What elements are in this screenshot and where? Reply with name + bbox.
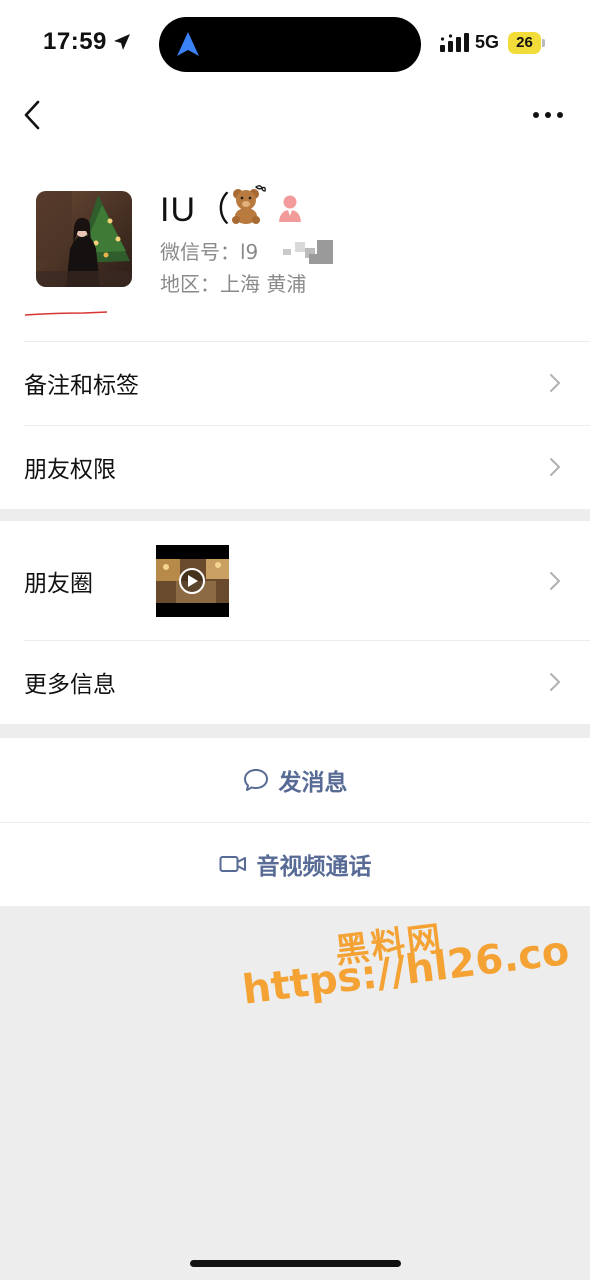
more-options-icon[interactable] xyxy=(528,100,568,130)
chevron-right-icon xyxy=(550,458,560,476)
more-info-row[interactable]: 更多信息 xyxy=(0,640,590,724)
send-message-button[interactable]: 发消息 xyxy=(0,738,590,822)
region: 地区：上海 黄浦 xyxy=(160,272,307,296)
navigation-arrow-icon xyxy=(177,32,199,56)
home-indicator[interactable] xyxy=(190,1260,401,1267)
red-underline-mark xyxy=(24,311,108,316)
more-info-label: 更多信息 xyxy=(24,672,116,698)
video-call-label: 音视频通话 xyxy=(256,854,372,880)
remarks-tags-label: 备注和标签 xyxy=(24,373,139,399)
moments-video-thumbnail[interactable] xyxy=(156,545,229,617)
profile-header: IU（ 微信号：l9 地区：上海 黄浦 xyxy=(0,144,590,341)
female-icon xyxy=(279,195,301,222)
battery-tip xyxy=(542,39,545,47)
moments-label: 朋友圈 xyxy=(24,570,93,597)
network-type: 5G xyxy=(475,32,500,52)
moments-group: 朋友圈 更多信息 xyxy=(0,521,590,724)
back-icon[interactable] xyxy=(18,98,48,132)
chevron-right-icon xyxy=(550,673,560,691)
video-call-button[interactable]: 音视频通话 xyxy=(0,822,590,906)
moments-row[interactable]: 朋友圈 xyxy=(0,521,590,640)
status-time: 17:59 xyxy=(43,28,107,55)
video-camera-icon xyxy=(219,856,246,872)
friend-permissions-label: 朋友权限 xyxy=(24,457,116,483)
friend-permissions-row[interactable]: 朋友权限 xyxy=(0,425,590,509)
actions-group: 发消息 音视频通话 xyxy=(0,738,590,906)
nickname: IU（ xyxy=(160,191,231,229)
chat-bubble-icon xyxy=(243,769,268,791)
remarks-tags-row[interactable]: 备注和标签 xyxy=(0,341,590,425)
location-arrow-icon xyxy=(114,34,130,50)
avatar[interactable] xyxy=(36,191,132,287)
id-mosaic xyxy=(283,240,333,264)
status-bar: 17:59 5G 26 xyxy=(0,0,590,88)
send-message-label: 发消息 xyxy=(278,770,348,796)
teddy-bear-icon xyxy=(232,185,266,224)
wechat-id: 微信号：l9 xyxy=(160,240,259,264)
signal-strength-icon xyxy=(440,33,469,52)
battery-indicator: 26 xyxy=(508,32,541,54)
chevron-right-icon xyxy=(550,374,560,392)
settings-group: 备注和标签 朋友权限 xyxy=(0,341,590,509)
chevron-right-icon xyxy=(550,571,560,590)
nav-bar xyxy=(0,88,590,144)
